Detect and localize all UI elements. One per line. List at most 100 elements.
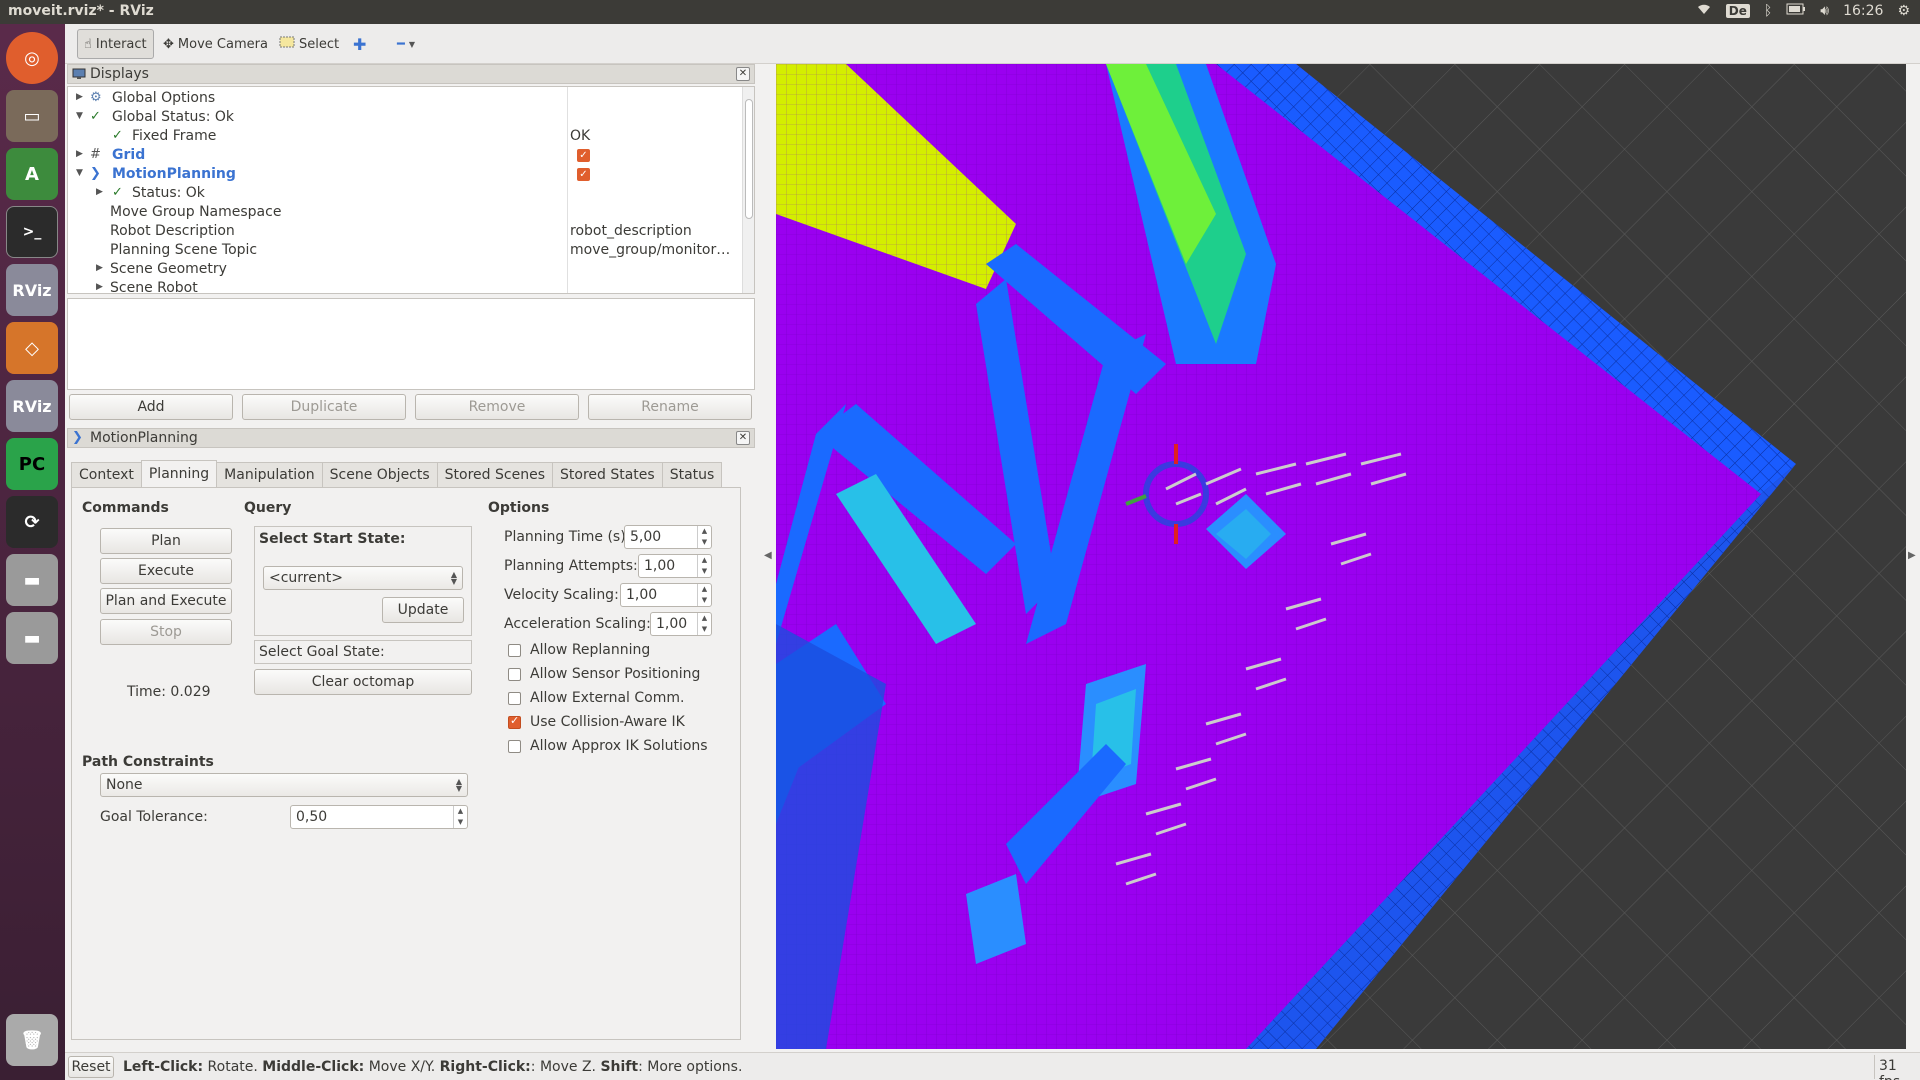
spin-arrows-icon[interactable]: ▲ ▼ <box>697 555 711 577</box>
tab-context[interactable]: Context <box>71 462 142 487</box>
tree-row-global-status[interactable]: ▼ ✓ Global Status: Ok <box>68 108 754 127</box>
wifi-icon[interactable] <box>1696 2 1712 20</box>
start-state-combo[interactable]: <current> ▲ ▼ <box>263 566 463 590</box>
tree-row-scene-geometry[interactable]: ▶ Scene Geometry <box>68 260 754 279</box>
drive-2-icon[interactable]: ▬ <box>6 612 58 664</box>
allow-approx-ik-checkbox[interactable]: Allow Approx IK Solutions <box>508 736 708 756</box>
files-icon[interactable]: ▭ <box>6 90 58 142</box>
drive-icon[interactable]: ▬ <box>6 554 58 606</box>
checkbox-box[interactable] <box>508 667 521 681</box>
tree-row-fixed-frame[interactable]: ✓ Fixed Frame OK <box>68 127 754 146</box>
duplicate-display-button[interactable]: Duplicate <box>242 394 406 420</box>
add-display-button[interactable]: Add <box>69 394 233 420</box>
spin-arrows-icon[interactable]: ▲ ▼ <box>697 584 711 606</box>
acceleration-scaling-spinbox[interactable]: 1,00 ▲ ▼ <box>650 612 712 636</box>
tab-status[interactable]: Status <box>661 462 723 487</box>
allow-replanning-checkbox[interactable]: Allow Replanning <box>508 640 650 660</box>
status-bar: Reset Left-Click: Rotate. Middle-Click: … <box>65 1052 1920 1080</box>
collapse-arrow-icon[interactable]: ▼ <box>76 168 86 178</box>
tree-row-grid[interactable]: ▶ # Grid ✓ <box>68 146 754 165</box>
displays-scrollbar[interactable] <box>742 87 754 293</box>
settings-gear-icon[interactable]: ⚙ <box>1897 3 1910 19</box>
sublime-icon[interactable]: ◇ <box>6 322 58 374</box>
spin-arrows-icon[interactable]: ▲ ▼ <box>453 806 467 828</box>
pycharm-icon[interactable]: PC <box>6 438 58 490</box>
rviz-icon[interactable]: RViz <box>6 264 58 316</box>
tree-row-robot-description[interactable]: Robot Description robot_description <box>68 222 754 241</box>
tree-row-planning-scene-topic[interactable]: Planning Scene Topic move_group/monitor… <box>68 241 754 260</box>
move-camera-tool[interactable]: ✥ Move Camera <box>157 29 274 59</box>
scrollbar-thumb[interactable] <box>745 99 753 219</box>
checkbox-box[interactable] <box>508 643 521 657</box>
reset-view-button[interactable]: Reset <box>68 1056 114 1078</box>
rename-display-button[interactable]: Rename <box>588 394 752 420</box>
tab-stored-scenes[interactable]: Stored Scenes <box>436 462 553 487</box>
tree-label: MotionPlanning <box>112 166 236 182</box>
use-collision-aware-ik-checkbox[interactable]: Use Collision-Aware IK <box>508 712 685 732</box>
checkbox-box[interactable] <box>508 739 521 753</box>
clear-octomap-button[interactable]: Clear octomap <box>254 669 472 695</box>
select-tool[interactable]: Select <box>273 29 345 59</box>
planning-time-spinbox[interactable]: 5,00 ▲ ▼ <box>624 525 712 549</box>
expand-arrow-icon[interactable]: ▶ <box>76 92 86 102</box>
spin-arrows-icon[interactable]: ▲ ▼ <box>697 526 711 548</box>
expand-arrow-icon[interactable]: ▶ <box>96 282 106 292</box>
software-updater-icon[interactable]: ⟳ <box>6 496 58 548</box>
shift-key: Shift <box>600 1059 639 1075</box>
update-button[interactable]: Update <box>382 597 464 623</box>
tab-scene-objects[interactable]: Scene Objects <box>321 462 438 487</box>
allow-sensor-positioning-checkbox[interactable]: Allow Sensor Positioning <box>508 664 700 684</box>
goal-tolerance-spinbox[interactable]: 0,50 ▲ ▼ <box>290 805 468 829</box>
commands-title: Commands <box>82 500 169 516</box>
collapse-arrow-icon[interactable]: ▼ <box>76 111 86 121</box>
plan-button[interactable]: Plan <box>100 528 232 554</box>
3d-render-viewport[interactable] <box>776 64 1906 1049</box>
execute-button[interactable]: Execute <box>100 558 232 584</box>
collapse-right-icon[interactable]: ▶ <box>1908 550 1916 561</box>
volume-icon[interactable]: 🔊︎ <box>1820 3 1829 19</box>
middle-click-desc: Move X/Y. <box>364 1059 440 1075</box>
collapse-left-icon[interactable]: ◀ <box>764 550 772 561</box>
close-icon[interactable]: ✕ <box>736 431 750 445</box>
android-studio-icon[interactable]: A <box>6 148 58 200</box>
tree-row-global-options[interactable]: ▶ ⚙ Global Options <box>68 89 754 108</box>
trash-icon[interactable]: 🗑︎ <box>6 1014 58 1066</box>
checkbox-box[interactable] <box>508 714 521 729</box>
tree-row-status[interactable]: ▶ ✓ Status: Ok <box>68 184 754 203</box>
tab-stored-states[interactable]: Stored States <box>552 462 663 487</box>
displays-title-bar: Displays ✕ <box>67 64 755 84</box>
check-icon: ✓ <box>112 185 123 200</box>
tab-planning[interactable]: Planning <box>140 460 218 487</box>
checkbox-box[interactable] <box>508 691 521 705</box>
remove-tool-button[interactable]: ━ ▼ <box>391 29 421 59</box>
tree-row-move-group-namespace[interactable]: Move Group Namespace <box>68 203 754 222</box>
add-tool-button[interactable]: ✚ <box>347 29 372 59</box>
bluetooth-icon[interactable]: ᛒ <box>1764 3 1772 19</box>
planning-attempts-spinbox[interactable]: 1,00 ▲ ▼ <box>638 554 712 578</box>
plan-and-execute-button[interactable]: Plan and Execute <box>100 588 232 614</box>
spin-arrows-icon[interactable]: ▲ ▼ <box>697 613 711 635</box>
interact-tool[interactable]: ☝ Interact <box>77 29 154 59</box>
battery-icon[interactable] <box>1786 3 1806 19</box>
tree-row-motion-planning[interactable]: ▼ ❯ MotionPlanning ✓ <box>68 165 754 184</box>
expand-arrow-icon[interactable]: ▶ <box>76 149 86 159</box>
tree-row-scene-robot[interactable]: ▶ Scene Robot <box>68 279 754 293</box>
grid-enabled-checkbox[interactable]: ✓ <box>577 149 590 162</box>
planning-time-label: Planning Time (s): <box>504 529 631 545</box>
terminal-icon[interactable]: >_ <box>6 206 58 258</box>
move-camera-icon: ✥ <box>163 36 174 52</box>
expand-arrow-icon[interactable]: ▶ <box>96 263 106 273</box>
expand-arrow-icon[interactable]: ▶ <box>96 187 106 197</box>
ubuntu-dash-icon[interactable]: ◎ <box>6 32 58 84</box>
tab-manipulation[interactable]: Manipulation <box>216 462 323 487</box>
stop-button[interactable]: Stop <box>100 619 232 645</box>
close-icon[interactable]: ✕ <box>736 67 750 81</box>
path-constraints-combo[interactable]: None ▲ ▼ <box>100 773 468 797</box>
rviz-active-icon[interactable]: RViz <box>6 380 58 432</box>
velocity-scaling-spinbox[interactable]: 1,00 ▲ ▼ <box>620 583 712 607</box>
keyboard-layout-indicator[interactable]: De <box>1725 4 1750 18</box>
motion-planning-enabled-checkbox[interactable]: ✓ <box>577 168 590 181</box>
remove-display-button[interactable]: Remove <box>415 394 579 420</box>
clock[interactable]: 16:26 <box>1843 3 1883 19</box>
allow-external-comm-checkbox[interactable]: Allow External Comm. <box>508 688 684 708</box>
